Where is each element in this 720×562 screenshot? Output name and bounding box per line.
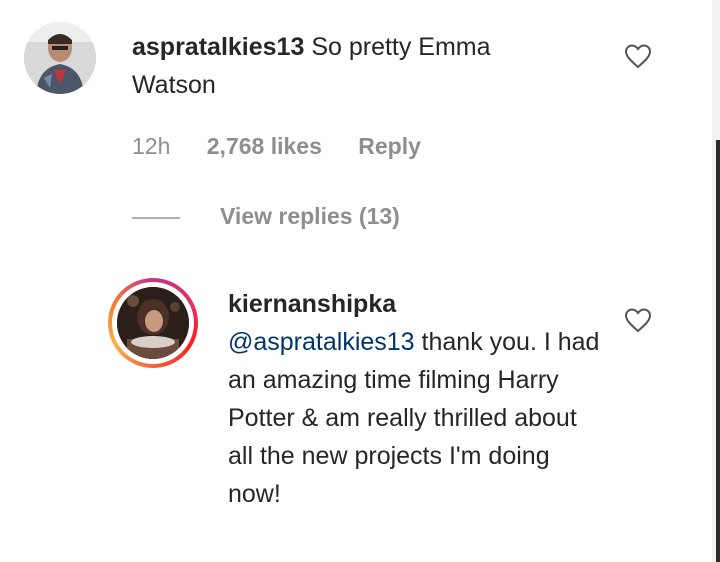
replies-divider xyxy=(132,216,180,219)
avatar[interactable] xyxy=(117,287,189,359)
avatar-image xyxy=(24,22,96,94)
reply-mention-link[interactable]: @aspratalkies13 xyxy=(228,328,415,356)
comments-panel: aspratalkies13 So pretty Emma Watson 12h… xyxy=(0,0,720,562)
reply-text: kiernanshipka @aspratalkies13 thank you.… xyxy=(228,285,608,513)
avatar[interactable] xyxy=(24,22,96,94)
story-ring[interactable] xyxy=(108,278,198,368)
avatar-image xyxy=(117,287,189,359)
view-replies-label: View replies (13) xyxy=(220,203,400,229)
heart-outline-icon[interactable] xyxy=(624,43,652,69)
view-replies-toggle[interactable]: View replies (13) xyxy=(132,203,400,230)
reply-button[interactable]: Reply xyxy=(358,133,421,159)
heart-outline-icon[interactable] xyxy=(624,307,652,333)
comment-timestamp: 12h xyxy=(132,133,171,159)
comment-meta: 12h 2,768 likes Reply xyxy=(132,133,451,160)
likes-count[interactable]: 2,768 likes xyxy=(207,133,322,159)
comment-username[interactable]: aspratalkies13 xyxy=(132,33,304,61)
reply-username[interactable]: kiernanshipka xyxy=(228,285,608,323)
comment-text: aspratalkies13 So pretty Emma Watson xyxy=(132,28,572,104)
scrollbar-track[interactable] xyxy=(716,140,720,562)
window-edge xyxy=(712,0,720,562)
